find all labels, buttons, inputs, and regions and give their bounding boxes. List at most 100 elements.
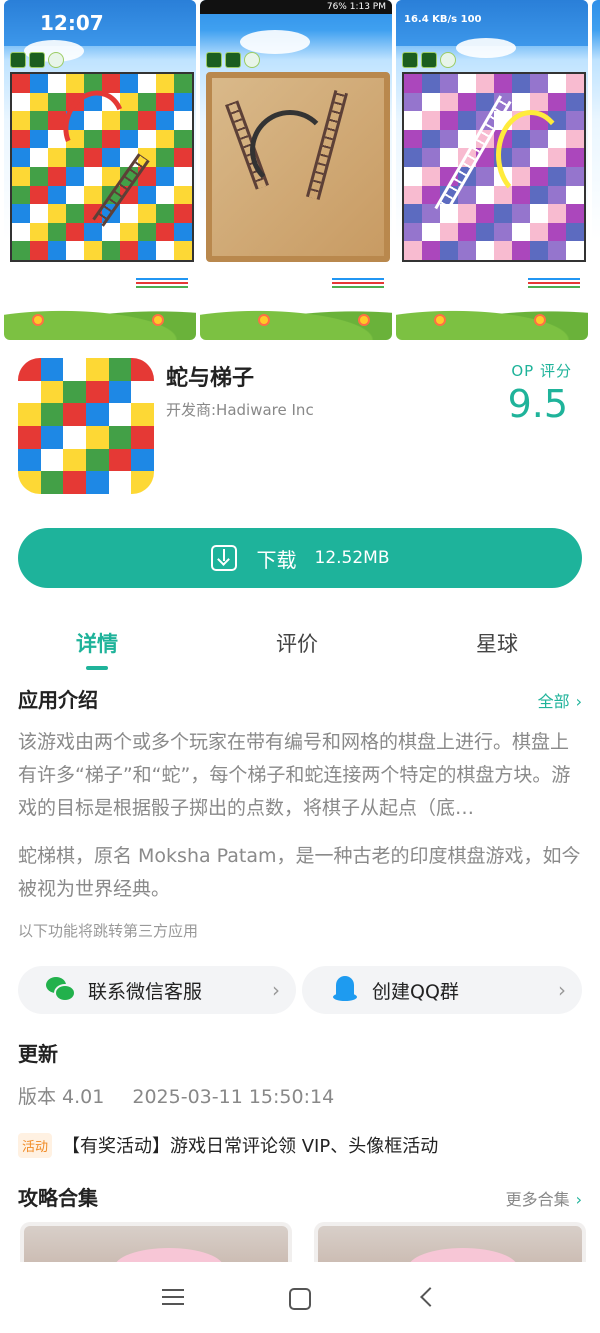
- board-tile: [566, 74, 584, 93]
- qq-group-button[interactable]: 创建QQ群 ›: [302, 966, 582, 1014]
- cloud-decoration: [456, 38, 516, 58]
- board-tile: [476, 204, 494, 223]
- board-tile: [120, 222, 138, 242]
- board-tile: [174, 222, 192, 242]
- board-tile: [512, 222, 530, 242]
- board-tile: [404, 204, 422, 223]
- board-tile: [566, 167, 584, 186]
- board-tile: [131, 425, 154, 449]
- board-tile: [84, 167, 102, 186]
- player-progress-bars: [136, 278, 188, 288]
- board-tile: [120, 74, 138, 93]
- board-tile: [156, 204, 174, 223]
- wechat-service-button[interactable]: 联系微信客服 ›: [18, 966, 296, 1014]
- board-tile: [108, 448, 132, 472]
- board-tile: [30, 129, 48, 149]
- board-tile: [85, 471, 109, 494]
- board-tile: [156, 241, 174, 260]
- screenshot-2[interactable]: 76% 1:13 PM: [200, 0, 392, 340]
- guides-more-label: 更多合集: [505, 1190, 570, 1209]
- board-tile: [66, 241, 84, 260]
- board-tile: [84, 241, 102, 260]
- board-tile: [12, 129, 30, 149]
- flower-decoration: [260, 316, 268, 324]
- board-tile: [440, 111, 458, 130]
- developer-name[interactable]: 开发商:Hadiware Inc: [166, 399, 314, 420]
- update-title: 更新: [18, 1042, 58, 1066]
- board-tile: [494, 74, 512, 93]
- board-tile: [458, 92, 476, 112]
- board-tile: [422, 74, 440, 93]
- board-tile: [530, 204, 548, 223]
- tab-details[interactable]: 详情: [37, 628, 157, 658]
- intro-more-link[interactable]: 全部 ›: [538, 688, 582, 712]
- board-tile: [404, 241, 422, 260]
- board-tile: [476, 167, 494, 186]
- board-tile: [422, 129, 440, 149]
- system-navigation-bar: [0, 1262, 600, 1333]
- board-tile: [494, 241, 512, 260]
- board-tile: [566, 204, 584, 223]
- board-tile: [548, 222, 566, 242]
- board-tile: [404, 111, 422, 130]
- board-tile: [66, 167, 84, 186]
- board-tile: [40, 448, 64, 472]
- board-tile: [458, 204, 476, 223]
- board-tile: [12, 204, 30, 223]
- qq-icon: [330, 975, 360, 1005]
- board-tile: [18, 380, 41, 404]
- board-tile: [476, 74, 494, 93]
- home-icon[interactable]: [285, 1284, 315, 1314]
- board-tile: [404, 92, 422, 112]
- board-tile: [30, 167, 48, 186]
- board-tile: [12, 185, 30, 205]
- tab-planet[interactable]: 星球: [437, 628, 557, 658]
- tab-reviews[interactable]: 评价: [237, 628, 357, 658]
- download-label: 下载: [256, 547, 297, 572]
- app-icon: [18, 358, 154, 494]
- board-tile: [40, 403, 64, 426]
- board-tile: [156, 148, 174, 167]
- screenshot-4-partial[interactable]: [592, 0, 600, 340]
- board-tile: [12, 222, 30, 242]
- screenshot-carousel[interactable]: 12:07 76% 1:13 PM 16.4 KB/s 100: [0, 0, 600, 340]
- grass-decoration: [4, 306, 196, 340]
- wechat-service-label: 联系微信客服: [88, 980, 203, 1003]
- back-icon[interactable]: [414, 1284, 444, 1314]
- board-tile: [440, 74, 458, 93]
- screenshot-toolbar: [10, 52, 64, 68]
- board-tile: [12, 241, 30, 260]
- board-tile: [530, 74, 548, 93]
- board-tile: [156, 74, 174, 93]
- board-tile: [566, 111, 584, 130]
- download-button[interactable]: 下载 12.52MB: [18, 528, 582, 588]
- board-tile: [40, 425, 64, 449]
- screenshot-3[interactable]: 16.4 KB/s 100: [396, 0, 588, 340]
- board-tile: [85, 448, 109, 472]
- board-tile: [548, 92, 566, 112]
- board-tile: [48, 222, 66, 242]
- board-tile: [30, 111, 48, 130]
- board-tile: [18, 425, 41, 449]
- board-tile: [174, 204, 192, 223]
- board-tile: [138, 92, 156, 112]
- intro-paragraph-2: 蛇梯棋，原名 Moksha Patam，是一种古老的印度棋盘游戏，如今被视为世界…: [18, 845, 581, 900]
- board-tile: [85, 358, 109, 381]
- board-tile: [85, 403, 109, 426]
- version-info: 版本 4.01 2025-03-11 15:50:14: [18, 1082, 362, 1109]
- board-tile: [12, 167, 30, 186]
- board-tile: [66, 204, 84, 223]
- menu-icon[interactable]: [158, 1284, 188, 1314]
- flower-decoration: [436, 316, 444, 324]
- screenshot-1[interactable]: 12:07: [4, 0, 196, 340]
- board-tile: [458, 111, 476, 130]
- board-tile: [566, 92, 584, 112]
- guides-more-link[interactable]: 更多合集 ›: [506, 1186, 582, 1210]
- board-tile: [63, 448, 86, 472]
- event-banner[interactable]: 活动 【有奖活动】游戏日常评论领 VIP、头像框活动: [18, 1132, 438, 1158]
- intro-more-label: 全部: [537, 692, 570, 711]
- player-progress-bars: [528, 278, 580, 288]
- board-tile: [120, 204, 138, 223]
- board-tile: [48, 92, 66, 112]
- board-tile: [156, 92, 174, 112]
